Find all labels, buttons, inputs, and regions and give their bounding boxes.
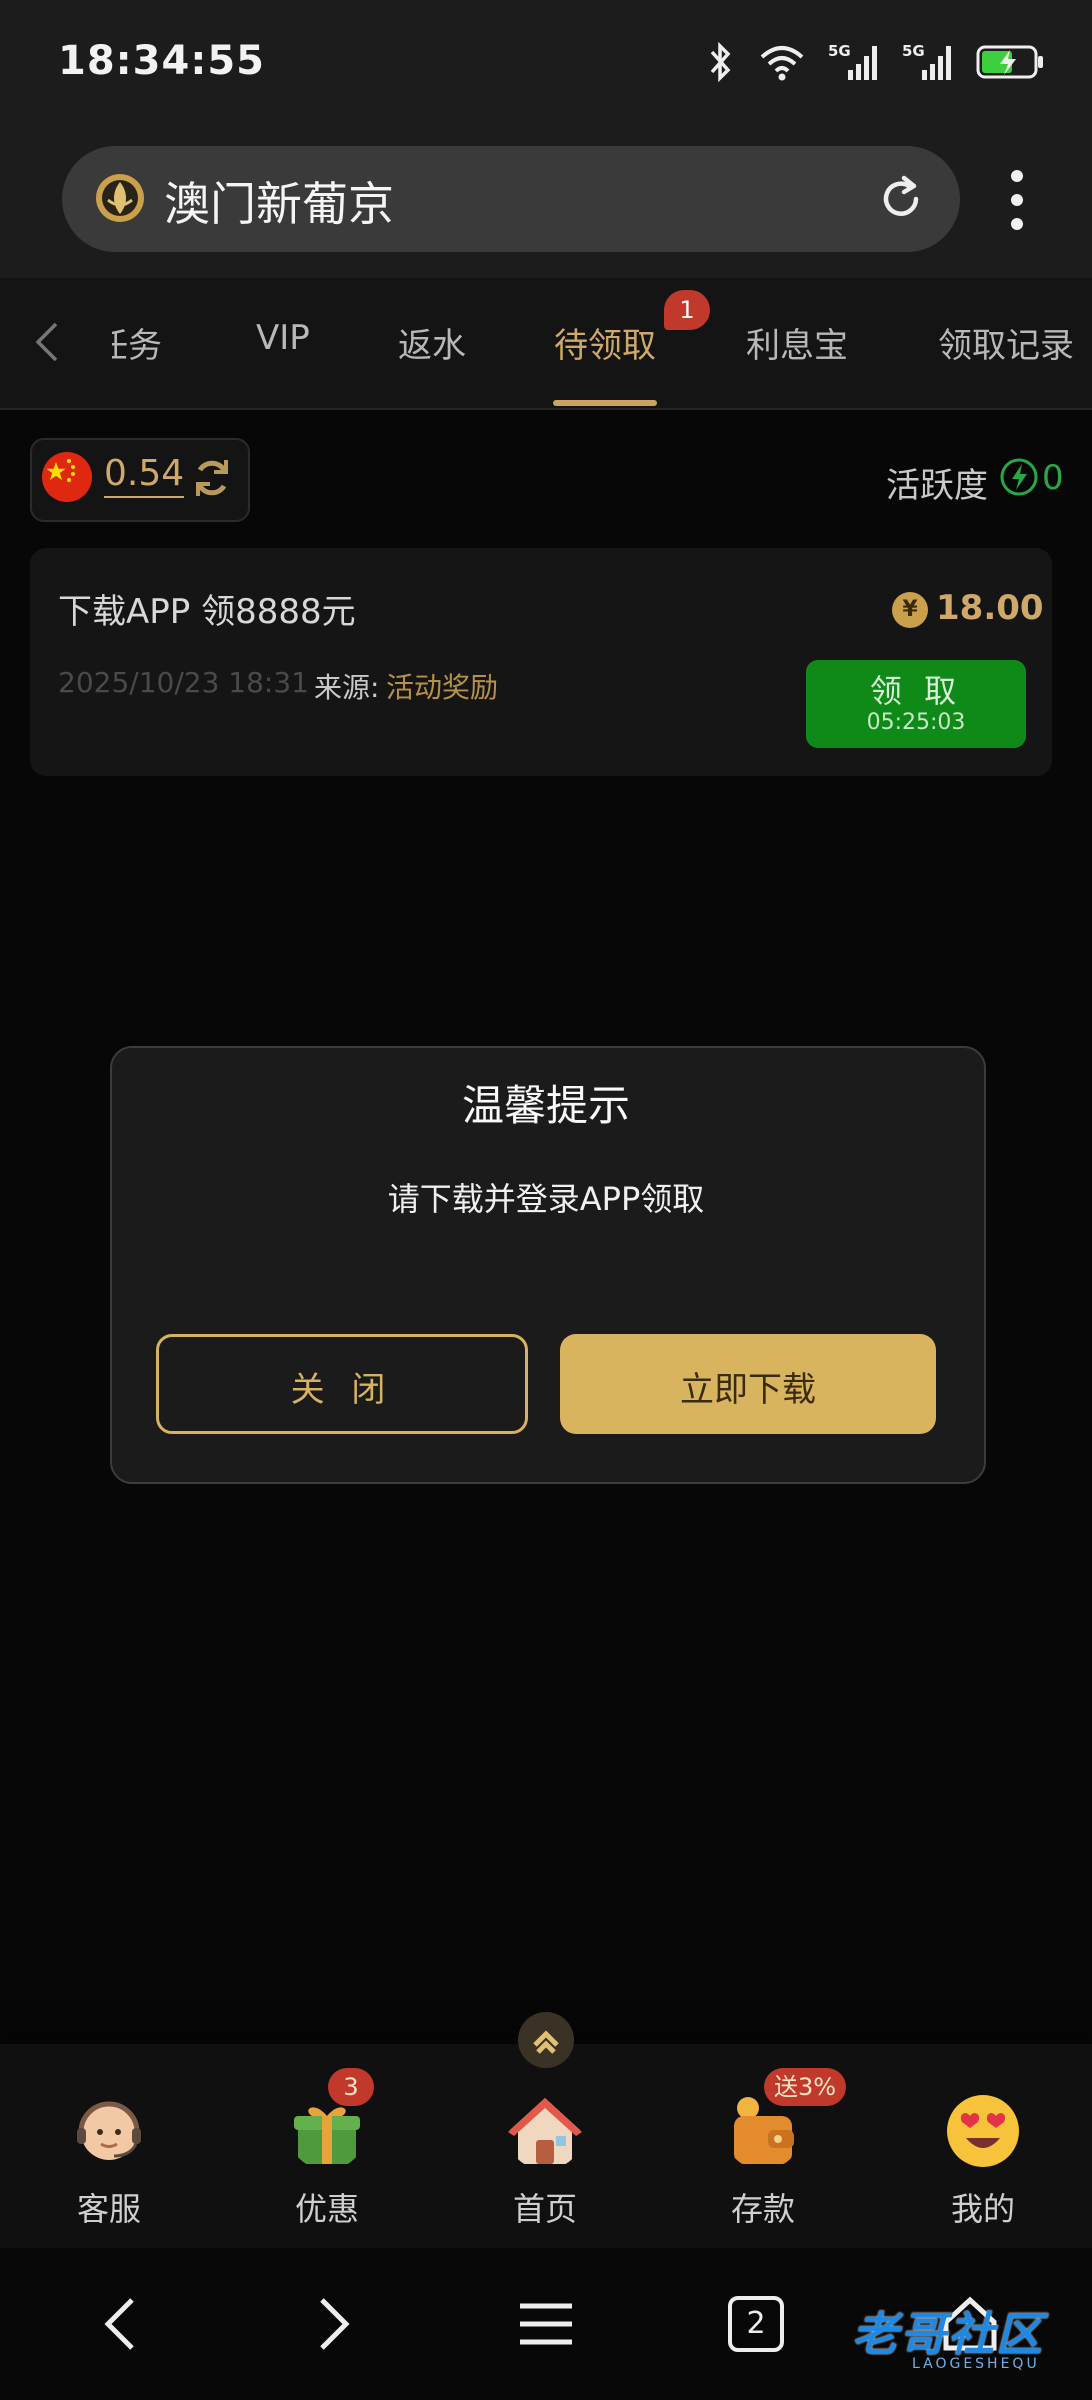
activity-label: 活跃度: [886, 466, 988, 506]
back-icon[interactable]: [90, 2292, 154, 2356]
signal-5g-label-2: 5G: [902, 42, 925, 60]
claim-button-label[interactable]: 领 取: [806, 666, 1026, 712]
activity-value: 0: [1042, 458, 1064, 498]
reward-date: 2025/10/23 18:31: [58, 666, 309, 699]
signal-5g-label: 5G: [828, 42, 851, 60]
tab-tasks[interactable]: 任务: [112, 318, 162, 367]
coin-icon: ¥: [892, 592, 928, 628]
download-now-button-label[interactable]: 立即下载: [560, 1362, 936, 1411]
balance-value: 0.54: [104, 452, 185, 498]
reward-source-label: 来源:: [314, 671, 380, 704]
signal-5g-icon: 5G: [828, 42, 877, 80]
tabs-count-button[interactable]: 2: [728, 2296, 784, 2352]
active-tab-indicator: [553, 400, 657, 406]
tab-interest[interactable]: 利息宝: [746, 318, 848, 367]
close-button-label[interactable]: 关 闭: [156, 1362, 528, 1411]
china-flag-icon: [42, 452, 92, 502]
refresh-balance-icon[interactable]: [190, 456, 234, 500]
forward-icon[interactable]: [300, 2292, 364, 2356]
tab-strip: 任务 VIP 返水 待领取 利息宝 领取记录: [112, 278, 1092, 406]
menu-icon[interactable]: [514, 2292, 578, 2356]
watermark-subtext: LAOGESHEQU: [912, 2356, 1040, 2372]
tab-scroll-left-icon[interactable]: [30, 320, 66, 364]
nav-label-deposit[interactable]: 存款: [683, 2184, 843, 2230]
battery-charging-icon: [976, 45, 1043, 79]
wifi-icon: [760, 46, 804, 81]
nav-label-service[interactable]: 客服: [29, 2184, 189, 2230]
page-title: 澳门新葡京: [164, 177, 394, 231]
lightning-icon: [1000, 458, 1038, 496]
nav-label-mine[interactable]: 我的: [903, 2184, 1063, 2230]
promotions-badge: 3: [328, 2068, 374, 2106]
nav-label-home[interactable]: 首页: [465, 2184, 625, 2230]
status-icons: 5G 5G: [706, 42, 1046, 82]
tab-pending[interactable]: 待领取: [554, 318, 656, 367]
reward-amount: 18.00: [936, 588, 1044, 628]
reward-title: 下载APP 领8888元: [58, 592, 356, 632]
signal-5g-icon-2: 5G: [902, 42, 951, 80]
pending-count-badge: 1: [664, 290, 710, 330]
nav-label-promotions[interactable]: 优惠: [247, 2184, 407, 2230]
tab-claim-records[interactable]: 领取记录: [938, 318, 1074, 367]
reward-source: 活动奖励: [386, 671, 499, 704]
scroll-to-top-icon[interactable]: [518, 2012, 574, 2068]
deposit-bonus-badge: 送3%: [764, 2068, 847, 2106]
site-logo-icon: [96, 174, 144, 222]
claim-countdown: 05:25:03: [866, 710, 966, 735]
tab-rebate[interactable]: 返水: [398, 318, 466, 367]
tab-vip[interactable]: VIP: [256, 318, 310, 358]
profile-emoji-icon[interactable]: [944, 2092, 1022, 2170]
bluetooth-icon: [710, 42, 731, 82]
watermark-logo: 老哥社区: [852, 2307, 1044, 2361]
home-icon[interactable]: [506, 2092, 584, 2170]
customer-service-icon[interactable]: [70, 2092, 148, 2170]
status-time: 18:34:55: [58, 38, 265, 84]
more-menu-icon[interactable]: [1000, 170, 1034, 230]
reload-icon[interactable]: [876, 174, 926, 224]
dialog-title: 温馨提示: [461, 1081, 630, 1130]
dialog-message: 请下载并登录APP领取: [387, 1180, 705, 1218]
